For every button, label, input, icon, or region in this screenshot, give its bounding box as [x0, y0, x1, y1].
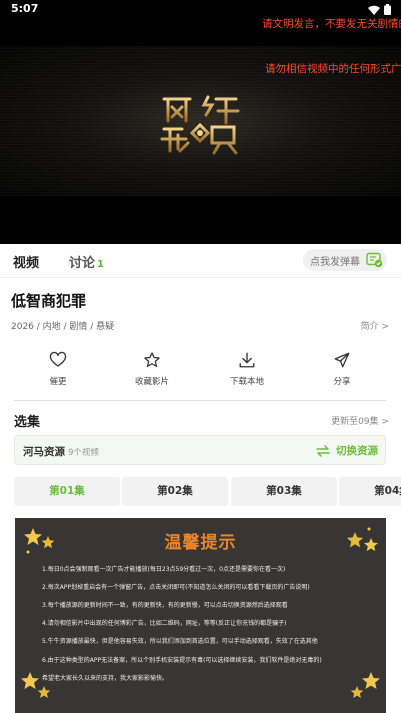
video-player[interactable]: 5:07 请文明发言，不要发无关剧情的 请勿相信视频中的任何形式广	[0, 0, 401, 244]
channel-logo-icon	[160, 95, 240, 155]
heart-icon	[49, 351, 67, 367]
episodes-section-title: 选集	[14, 415, 41, 430]
episode-item[interactable]: 第02集	[122, 477, 228, 506]
download-icon	[239, 352, 255, 368]
movie-meta: 2026 / 内地 / 剧情 / 悬疑	[11, 322, 115, 332]
source-video-count: 9个视频	[68, 448, 99, 458]
content-tab-bar: 视频 讨论 1 点我发弹幕	[0, 244, 401, 278]
notice-line: 4.请勿相信影片中出现的任何博彩广告，比如二维码，网址，等等(反正让你充钱的都是…	[42, 620, 287, 627]
battery-icon	[384, 4, 391, 15]
notice-line: 5.牛牛资源播放最快，但是他容易失效，所以我们添加到首选位置，可以手动选择观看，…	[42, 638, 318, 645]
update-info-link[interactable]: 更新至09集 >	[331, 414, 389, 427]
notice-banner: 温馨提示 1.每日0点会强制观看一次广告才能播放(每日23点59分看过一次，0点…	[15, 518, 386, 713]
action-label: 分享	[333, 377, 351, 387]
danmu-toggle-icon[interactable]	[366, 252, 383, 268]
switch-source-label: 切换资源	[336, 445, 378, 457]
divider	[14, 400, 386, 401]
swap-icon	[316, 444, 330, 457]
share-button[interactable]: 分享	[307, 351, 377, 397]
danmu-placeholder: 点我发弹幕	[310, 257, 360, 268]
source-selector[interactable]: 河马资源 9个视频 切换资源	[14, 435, 386, 465]
notice-line: 希望老大家长久以来的支持，我大家影影愉快。	[42, 675, 169, 682]
page-title: 低智商犯罪	[11, 292, 87, 310]
danmu-comment: 请勿相信视频中的任何形式广	[265, 63, 401, 75]
status-time: 5:07	[11, 2, 39, 15]
urge-update-button[interactable]: 催更	[23, 351, 93, 397]
danmu-comment: 请文明发言，不要发无关剧情的	[262, 18, 401, 30]
star-decoration-icon	[350, 672, 380, 698]
episode-item[interactable]: 第04集	[339, 477, 401, 506]
notice-line: 1.每日0点会强制观看一次广告才能播放(每日23点59分看过一次，0点还是需要你…	[42, 566, 286, 573]
episode-item[interactable]: 第01集	[14, 477, 120, 506]
action-label: 催更	[49, 377, 67, 387]
share-icon	[334, 352, 350, 368]
notice-line: 6.由于这种类型的APP无法备案，所以个别手机安装提示有毒(可以选择继续安装，我…	[42, 657, 322, 664]
wifi-icon	[368, 5, 380, 15]
status-icons	[368, 4, 391, 15]
discuss-count-badge: 1	[97, 259, 104, 270]
danmu-input[interactable]: 点我发弹幕	[303, 249, 387, 271]
notice-line: 2.每次APP划掉重启会有一个弹窗广告，点击关闭即可(不知道怎么关闭的可以看看下…	[42, 584, 310, 591]
download-button[interactable]: 下载本地	[212, 351, 282, 397]
tab-video[interactable]: 视频	[13, 252, 39, 271]
source-name: 河马资源 9个视频	[23, 444, 99, 459]
favorite-button[interactable]: 收藏影片	[117, 351, 187, 397]
notice-title: 温馨提示	[164, 533, 237, 553]
switch-source-button[interactable]: 切换资源	[316, 443, 378, 458]
action-label: 收藏影片	[134, 377, 169, 387]
star-icon	[144, 352, 160, 367]
tab-discuss-label: 讨论	[69, 256, 96, 271]
episode-list: 第01集 第02集 第03集 第04集	[14, 477, 401, 507]
notice-line: 3.每个播放源的更新时间不一致，有的更新快，有的更新慢，可以点击切换资源然后选择…	[42, 602, 288, 609]
source-name-label: 河马资源	[23, 446, 65, 458]
intro-link[interactable]: 简介 >	[361, 319, 389, 332]
tab-discuss[interactable]: 讨论 1	[69, 252, 104, 271]
action-label: 下载本地	[229, 377, 264, 387]
episode-item[interactable]: 第03集	[231, 477, 337, 506]
action-bar: 催更 收藏影片 下载本地 分享	[0, 351, 401, 397]
